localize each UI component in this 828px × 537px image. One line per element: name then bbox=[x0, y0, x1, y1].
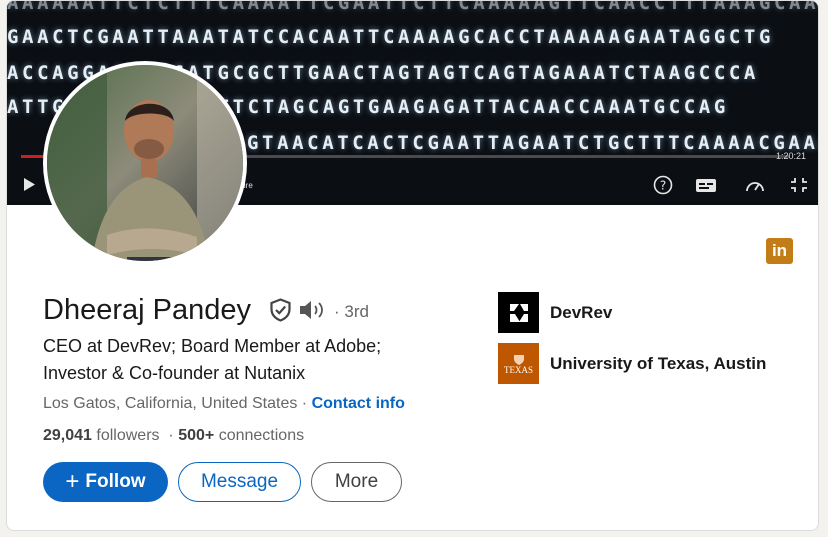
location-line: Los Gatos, California, United States · C… bbox=[43, 395, 405, 413]
verified-shield-icon[interactable] bbox=[269, 297, 292, 327]
devrev-logo bbox=[498, 292, 539, 333]
speaker-icon[interactable] bbox=[298, 299, 326, 326]
help-icon[interactable]: ? bbox=[653, 175, 673, 197]
captions-icon[interactable] bbox=[695, 178, 717, 195]
followers-label[interactable]: followers bbox=[96, 427, 159, 444]
network-stats: 29,041 followers · 500+ connections bbox=[43, 427, 304, 445]
linkedin-icon[interactable]: in bbox=[766, 238, 793, 264]
connections-label[interactable]: connections bbox=[219, 427, 304, 444]
headline-line: CEO at DevRev; Board Member at Adobe; bbox=[43, 336, 382, 356]
plus-icon: + bbox=[65, 468, 80, 495]
message-button[interactable]: Message bbox=[178, 462, 301, 502]
play-icon[interactable] bbox=[23, 178, 35, 193]
dna-sequence-row: GAACTCGAATTAAATATCCACAATTCAAAAGCACCTAAAA… bbox=[7, 26, 774, 48]
ut-logo: TEXAS bbox=[498, 343, 539, 384]
playback-speed-icon[interactable] bbox=[745, 178, 765, 194]
svg-text:?: ? bbox=[660, 179, 666, 193]
dna-sequence-row: GTAACATCACTCGAATTAGAATCTGCTTTCAAAACGAAAG… bbox=[247, 132, 819, 154]
more-button[interactable]: More bbox=[311, 462, 402, 502]
location-text: Los Gatos, California, United States bbox=[43, 395, 298, 412]
profile-photo[interactable] bbox=[43, 61, 247, 265]
company-name: DevRev bbox=[550, 302, 613, 322]
connection-degree: · 3rd bbox=[334, 302, 369, 321]
video-time: 1:20:21 bbox=[775, 151, 806, 161]
connections-count[interactable]: 500+ bbox=[178, 427, 214, 444]
current-company[interactable]: DevRev bbox=[498, 292, 612, 333]
follow-button-label: Follow bbox=[85, 471, 146, 492]
ut-logo-text: TEXAS bbox=[504, 364, 533, 375]
profile-card: AAAAAATTCTCTTTCAAAATTCGAATTCTTCAAAAAGTTC… bbox=[6, 0, 819, 531]
school-name: University of Texas, Austin bbox=[550, 353, 767, 373]
profile-headline: CEO at DevRev; Board Member at Adobe; In… bbox=[43, 333, 463, 387]
education[interactable]: TEXAS University of Texas, Austin bbox=[498, 343, 766, 384]
headline-line: Investor & Co-founder at Nutanix bbox=[43, 363, 306, 383]
followers-count[interactable]: 29,041 bbox=[43, 427, 92, 444]
stats-separator: · bbox=[159, 427, 179, 444]
location-separator: · bbox=[297, 395, 312, 412]
dna-sequence-row: AAAAAATTCTCTTTCAAAATTCGAATTCTTCAAAAAGTTC… bbox=[7, 1, 819, 14]
name-badges: · 3rd bbox=[269, 297, 369, 327]
follow-button[interactable]: + Follow bbox=[43, 462, 168, 502]
contact-info-link[interactable]: Contact info bbox=[312, 395, 405, 412]
profile-name: Dheeraj Pandey bbox=[43, 294, 251, 326]
exit-fullscreen-icon[interactable] bbox=[790, 177, 808, 195]
